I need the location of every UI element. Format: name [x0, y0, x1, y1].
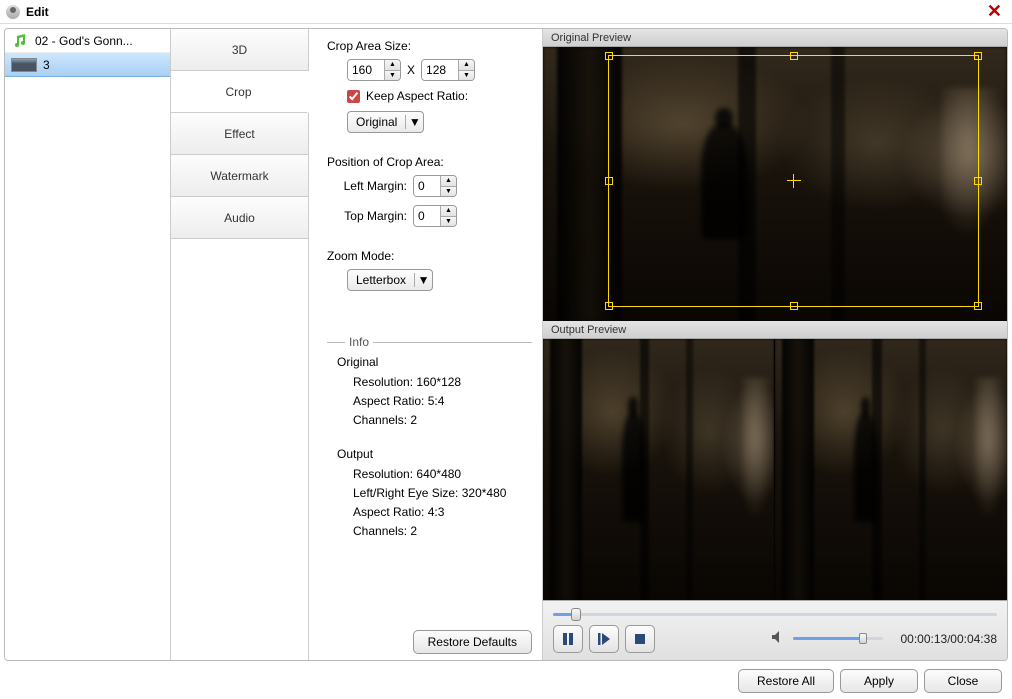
left-margin-input[interactable] [414, 176, 440, 196]
position-label: Position of Crop Area: [327, 155, 532, 169]
original-preview[interactable] [543, 47, 1007, 321]
info-header-label: Info [349, 335, 369, 349]
stepper-up-icon[interactable]: ▲ [385, 60, 400, 71]
chevron-down-icon: ▼ [414, 273, 428, 287]
left-margin-stepper[interactable]: ▲▼ [413, 175, 457, 197]
crop-height-input[interactable] [422, 60, 458, 80]
keep-aspect-ratio-checkbox[interactable] [347, 90, 360, 103]
restore-all-button[interactable]: Restore All [738, 669, 834, 693]
thumbnail-icon [11, 58, 37, 72]
crop-handle[interactable] [974, 302, 982, 310]
edit-window: Edit ✕ 02 - God's Gonn... 3 3D Crop Effe… [0, 0, 1012, 699]
info-original-title: Original [337, 355, 532, 369]
zoom-mode-select[interactable]: Letterbox ▼ [347, 269, 433, 291]
original-preview-header: Original Preview [543, 29, 1007, 47]
tab-3d[interactable]: 3D [171, 29, 308, 71]
footer: Restore All Apply Close [0, 665, 1012, 699]
pause-button[interactable] [553, 625, 583, 653]
info-original-resolution: Resolution: 160*128 [353, 373, 532, 392]
titlebar: Edit ✕ [0, 0, 1012, 24]
keep-aspect-ratio-label: Keep Aspect Ratio: [366, 89, 468, 103]
output-preview-header: Output Preview [543, 321, 1007, 339]
restore-defaults-button[interactable]: Restore Defaults [413, 630, 532, 654]
music-note-icon [11, 34, 29, 48]
app-icon [6, 5, 20, 19]
crop-width-stepper[interactable]: ▲▼ [347, 59, 401, 81]
info-output-eyesize: Left/Right Eye Size: 320*480 [353, 484, 532, 503]
window-title: Edit [26, 5, 49, 19]
volume-slider[interactable] [793, 637, 883, 640]
chevron-down-icon: ▼ [405, 115, 419, 129]
stop-button[interactable] [625, 625, 655, 653]
info-section: Info Original Resolution: 160*128 Aspect… [327, 335, 532, 541]
player-controls: 00:00:13/00:04:38 [543, 600, 1007, 660]
stepper-down-icon[interactable]: ▼ [385, 71, 400, 81]
tab-audio[interactable]: Audio [171, 197, 308, 239]
play-button[interactable] [589, 625, 619, 653]
crop-handle[interactable] [605, 52, 613, 60]
seek-bar[interactable] [553, 607, 997, 621]
top-margin-label: Top Margin: [327, 209, 407, 223]
info-output-aspect: Aspect Ratio: 4:3 [353, 503, 532, 522]
apply-button[interactable]: Apply [840, 669, 918, 693]
preview-panel: Original Preview Outpu [543, 29, 1007, 660]
info-original-aspect: Aspect Ratio: 5:4 [353, 392, 532, 411]
crop-handle[interactable] [605, 177, 613, 185]
crop-area-size-label: Crop Area Size: [327, 39, 532, 53]
output-preview [543, 339, 1007, 600]
aspect-ratio-select[interactable]: Original ▼ [347, 111, 424, 133]
tab-watermark[interactable]: Watermark [171, 155, 308, 197]
crop-handle[interactable] [974, 52, 982, 60]
left-margin-label: Left Margin: [327, 179, 407, 193]
info-output-channels: Channels: 2 [353, 522, 532, 541]
volume-thumb[interactable] [859, 633, 867, 644]
crop-width-input[interactable] [348, 60, 384, 80]
crop-rectangle[interactable] [608, 55, 979, 307]
file-list-item[interactable]: 3 [5, 53, 170, 77]
zoom-mode-label: Zoom Mode: [327, 249, 532, 263]
info-original-channels: Channels: 2 [353, 411, 532, 430]
aspect-ratio-value: Original [356, 115, 397, 129]
file-list-label: 3 [43, 58, 164, 72]
main-panel: 02 - God's Gonn... 3 3D Crop Effect Wate… [4, 28, 1008, 661]
crop-handle[interactable] [790, 52, 798, 60]
tab-effect[interactable]: Effect [171, 113, 308, 155]
stepper-up-icon[interactable]: ▲ [459, 60, 474, 71]
x-separator: X [407, 63, 415, 77]
info-output-resolution: Resolution: 640*480 [353, 465, 532, 484]
close-icon[interactable]: ✕ [983, 1, 1006, 22]
tab-crop[interactable]: Crop [171, 71, 309, 113]
top-margin-input[interactable] [414, 206, 440, 226]
playback-time: 00:00:13/00:04:38 [901, 632, 998, 646]
file-list-label: 02 - God's Gonn... [35, 34, 164, 48]
info-output-title: Output [337, 447, 532, 461]
file-list-item[interactable]: 02 - God's Gonn... [5, 29, 170, 53]
file-list: 02 - God's Gonn... 3 [5, 29, 171, 660]
stepper-down-icon[interactable]: ▼ [459, 71, 474, 81]
seek-thumb[interactable] [571, 608, 581, 621]
crosshair-icon [787, 174, 801, 188]
volume-icon[interactable] [771, 630, 787, 647]
stepper-down-icon[interactable]: ▼ [441, 217, 456, 227]
crop-handle[interactable] [790, 302, 798, 310]
stepper-down-icon[interactable]: ▼ [441, 187, 456, 197]
crop-handle[interactable] [605, 302, 613, 310]
zoom-mode-value: Letterbox [356, 273, 406, 287]
stepper-up-icon[interactable]: ▲ [441, 206, 456, 217]
crop-handle[interactable] [974, 177, 982, 185]
crop-height-stepper[interactable]: ▲▼ [421, 59, 475, 81]
stepper-up-icon[interactable]: ▲ [441, 176, 456, 187]
top-margin-stepper[interactable]: ▲▼ [413, 205, 457, 227]
settings-panel: Crop Area Size: ▲▼ X ▲▼ Keep Aspect Rati… [309, 29, 543, 660]
tab-column: 3D Crop Effect Watermark Audio [171, 29, 309, 660]
close-button[interactable]: Close [924, 669, 1002, 693]
